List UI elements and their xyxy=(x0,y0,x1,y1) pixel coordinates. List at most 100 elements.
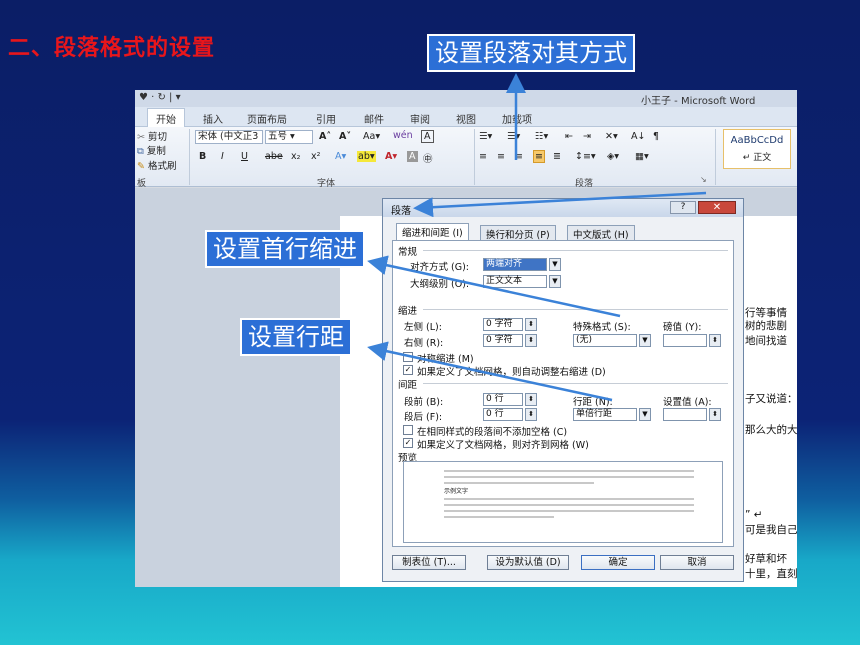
close-icon: ✕ xyxy=(712,202,722,213)
spin-icon[interactable]: ⬍ xyxy=(525,408,537,421)
outline-level-label: 大纲级别 (O): xyxy=(410,279,470,290)
indent-heading: 缩进 xyxy=(398,306,418,317)
indents-spacing-panel: 常规 对齐方式 (G): 两端对齐 ▼ 大纲级别 (O): 正文文本 ▼ 缩进 … xyxy=(392,240,734,547)
mirror-indent-checkbox[interactable] xyxy=(403,352,413,362)
superscript-button[interactable]: x² xyxy=(311,151,320,162)
special-indent-select[interactable]: (无) xyxy=(573,334,637,347)
format-painter-button[interactable]: ✎ 格式刷 xyxy=(137,158,177,172)
change-case-button[interactable]: Aa▾ xyxy=(363,131,380,142)
doc-text-line: 树的悲剧 xyxy=(745,320,787,332)
spin-icon[interactable]: ⬍ xyxy=(709,408,721,421)
line-spacing-select[interactable]: 单倍行距 xyxy=(573,408,637,421)
increase-indent-icon[interactable]: ⇥ xyxy=(583,131,591,142)
tabs-button[interactable]: 制表位 (T)... xyxy=(392,555,466,570)
char-shading-icon[interactable]: A xyxy=(407,151,418,162)
chevron-down-icon[interactable]: ▼ xyxy=(549,258,561,271)
set-default-button[interactable]: 设为默认值 (D) xyxy=(487,555,569,570)
tab-review[interactable]: 审阅 xyxy=(410,111,430,126)
indent-by-field[interactable] xyxy=(663,334,707,347)
tab-layout[interactable]: 页面布局 xyxy=(247,111,287,126)
doc-text-line: 那么大的大 xyxy=(745,424,797,436)
shading-icon[interactable]: ◈▾ xyxy=(607,151,619,162)
scissors-icon: ✂ xyxy=(137,132,148,143)
ok-button[interactable]: 确定 xyxy=(581,555,655,570)
tab-insert[interactable]: 插入 xyxy=(203,111,223,126)
tab-references[interactable]: 引用 xyxy=(316,111,336,126)
subscript-button[interactable]: x₂ xyxy=(291,151,300,162)
copy-button[interactable]: ⧉ 复制 xyxy=(137,143,166,157)
numbering-icon[interactable]: ☰▾ xyxy=(507,131,520,142)
help-button[interactable]: ? xyxy=(670,201,696,214)
chinese-layout-icon[interactable]: ✕▾ xyxy=(605,131,618,142)
borders-icon[interactable]: ▦▾ xyxy=(635,151,649,162)
bold-button[interactable]: B xyxy=(199,151,206,162)
line-spacing-at-field[interactable] xyxy=(663,408,707,421)
indent-left-label: 左侧 (L): xyxy=(404,322,442,333)
brush-icon: ✎ xyxy=(137,161,148,172)
cut-button[interactable]: ✂ 剪切 xyxy=(137,129,167,143)
sort-icon[interactable]: A↓ xyxy=(631,131,645,142)
highlight-icon[interactable]: ab▾ xyxy=(357,151,376,162)
quick-access-toolbar[interactable]: ♥ · ↻ | ▾ xyxy=(139,92,181,103)
divider xyxy=(423,250,728,251)
tab-mailings[interactable]: 邮件 xyxy=(364,111,384,126)
tab-addins[interactable]: 加载项 xyxy=(502,111,532,126)
distributed-icon[interactable]: ≣ xyxy=(553,151,561,162)
chevron-down-icon[interactable]: ▼ xyxy=(639,408,651,421)
tab-line-page-breaks[interactable]: 换行和分页 (P) xyxy=(480,225,556,241)
indent-left-field[interactable]: 0 字符 xyxy=(483,318,523,331)
spin-icon[interactable]: ⬍ xyxy=(525,334,537,347)
spacing-before-field[interactable]: 0 行 xyxy=(483,393,523,406)
bullets-icon[interactable]: ☰▾ xyxy=(479,131,492,142)
font-name-combo[interactable]: 宋体 (中文正3 xyxy=(195,130,263,144)
style-normal[interactable]: AaBbCcDd ↵ 正文 xyxy=(723,129,791,169)
preview-line xyxy=(444,498,694,500)
strikethrough-button[interactable]: abe xyxy=(265,151,283,162)
spin-icon[interactable]: ⬍ xyxy=(525,318,537,331)
spacing-after-field[interactable]: 0 行 xyxy=(483,408,523,421)
spin-icon[interactable]: ⬍ xyxy=(525,393,537,406)
italic-button[interactable]: I xyxy=(221,151,224,162)
clear-format-button[interactable]: wén xyxy=(393,130,413,141)
font-color-icon[interactable]: A▾ xyxy=(385,151,397,162)
font-size-combo[interactable]: 五号 ▾ xyxy=(265,130,313,144)
chevron-down-icon[interactable]: ▼ xyxy=(549,275,561,288)
show-marks-icon[interactable]: ¶ xyxy=(653,131,659,142)
outline-level-select[interactable]: 正文文本 xyxy=(483,275,547,288)
close-button[interactable]: ✕ xyxy=(698,201,736,214)
text-effect-icon[interactable]: A▾ xyxy=(335,151,346,162)
ribbon-tabs: 开始 插入 页面布局 引用 邮件 审阅 视图 加载项 xyxy=(135,107,797,128)
chevron-down-icon[interactable]: ▼ xyxy=(639,334,651,347)
tab-indents-spacing[interactable]: 缩进和间距 (I) xyxy=(396,223,469,241)
alignment-select[interactable]: 两端对齐 xyxy=(483,258,547,271)
paragraph-dialog-launcher-icon[interactable]: ↘ xyxy=(700,175,707,184)
justify-icon[interactable]: ≡ xyxy=(533,150,545,163)
auto-adjust-indent-checkbox[interactable]: ✓ xyxy=(403,365,413,375)
tab-home[interactable]: 开始 xyxy=(147,108,185,128)
align-right-icon[interactable]: ≡ xyxy=(515,151,523,162)
doc-text-line: 十里，直刻 xyxy=(745,568,797,580)
snap-to-grid-checkbox[interactable]: ✓ xyxy=(403,438,413,448)
multilevel-list-icon[interactable]: ☷▾ xyxy=(535,131,548,142)
tab-view[interactable]: 视图 xyxy=(456,111,476,126)
callout-first-indent: 设置首行缩进 xyxy=(205,230,365,268)
shrink-font-button[interactable]: A˅ xyxy=(339,131,351,142)
paragraph-preview: 示例文字 xyxy=(403,461,723,543)
line-spacing-at-label: 设置值 (A): xyxy=(663,397,712,408)
align-left-icon[interactable]: ≡ xyxy=(479,151,487,162)
grow-font-button[interactable]: A˄ xyxy=(319,131,331,142)
line-spacing-icon[interactable]: ↕≡▾ xyxy=(575,151,596,162)
tab-asian-typography[interactable]: 中文版式 (H) xyxy=(567,225,635,241)
align-center-icon[interactable]: ≡ xyxy=(497,151,505,162)
phonetic-guide-button[interactable]: A xyxy=(421,130,434,143)
spin-icon[interactable]: ⬍ xyxy=(709,334,721,347)
group-divider xyxy=(474,129,475,185)
indent-right-field[interactable]: 0 字符 xyxy=(483,334,523,347)
decrease-indent-icon[interactable]: ⇤ xyxy=(565,131,573,142)
underline-button[interactable]: U xyxy=(241,151,248,162)
no-space-same-style-label: 在相同样式的段落间不添加空格 (C) xyxy=(417,427,568,438)
general-heading: 常规 xyxy=(398,247,418,258)
no-space-same-style-checkbox[interactable] xyxy=(403,425,413,435)
enclose-char-icon[interactable]: ㊥ xyxy=(423,151,433,165)
cancel-button[interactable]: 取消 xyxy=(660,555,734,570)
